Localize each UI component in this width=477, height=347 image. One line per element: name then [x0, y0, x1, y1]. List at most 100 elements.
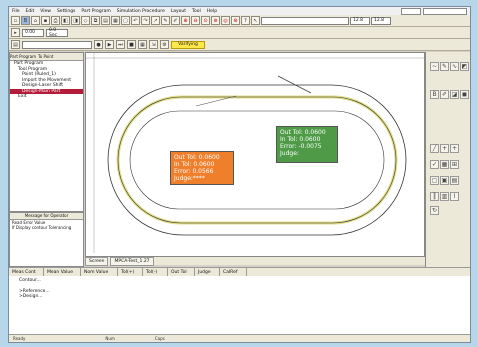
palette-icon[interactable]: ◩: [460, 62, 469, 71]
plus-icon[interactable]: +: [450, 144, 459, 153]
table-icon[interactable]: ▦: [138, 40, 147, 49]
output-line: >Design...: [19, 294, 43, 299]
pipe-icon[interactable]: ║: [430, 192, 439, 201]
copy-icon[interactable]: ⧉: [91, 16, 100, 25]
status-bar: Ready Num Caps: [9, 334, 470, 342]
frame-icon[interactable]: ▢: [430, 176, 439, 185]
split-icon[interactable]: ⊞: [450, 160, 459, 169]
zoom-window-icon[interactable]: ⊙: [201, 16, 210, 25]
box-icon[interactable]: ▣: [440, 176, 449, 185]
tool-palette: ~ ✎ ∿ ◩ B ✐ ◪ ◼ ╱ + + ✓ ▦ ⊞ ▢ ▣ ▤ ║ ▥ ⌇ …: [425, 52, 470, 267]
operator-message-line: If Display contour Tolerancing: [12, 225, 72, 230]
layer-icon[interactable]: ◪: [450, 90, 459, 99]
program-select[interactable]: [22, 40, 92, 49]
rotate-icon[interactable]: ↻: [430, 206, 439, 215]
mode-selector[interactable]: [423, 8, 467, 15]
grid-icon[interactable]: ▦: [111, 16, 120, 25]
tool-icon[interactable]: ◧: [61, 16, 70, 25]
chart-icon[interactable]: ▥: [440, 192, 449, 201]
brush-icon[interactable]: ✐: [440, 90, 449, 99]
bold-icon[interactable]: B: [21, 16, 30, 25]
judge-label: Judge:****: [174, 175, 205, 182]
export-icon[interactable]: ⇲: [149, 40, 158, 49]
paste-icon[interactable]: ▤: [101, 16, 110, 25]
sketch-icon[interactable]: ✎: [161, 16, 170, 25]
save-icon[interactable]: ▪: [41, 16, 50, 25]
arrow-icon[interactable]: ↗: [151, 16, 160, 25]
zoom-fit-icon[interactable]: ⊚: [211, 16, 220, 25]
tolerance-field-1[interactable]: 12.8: [350, 16, 370, 25]
step-icon[interactable]: ▸: [11, 28, 20, 37]
menu-part-program[interactable]: Part Program: [81, 9, 110, 14]
tab-document[interactable]: MPCA-Test_1.27: [110, 256, 154, 266]
command-input[interactable]: [261, 16, 349, 25]
play-icon[interactable]: ▶: [105, 40, 114, 49]
settings-icon[interactable]: ⚙: [160, 40, 169, 49]
cross-icon[interactable]: +: [440, 144, 449, 153]
tolerance-box-green: Out Tol: 0.0600 In Tol: 0.0600 Error: -0…: [276, 126, 338, 163]
status-num: Num: [105, 336, 115, 341]
record-icon[interactable]: ●: [94, 40, 103, 49]
zoom-prev-icon[interactable]: ◎: [221, 16, 230, 25]
part-program-tree-panel: Part Program To Point Part Program Tool …: [9, 52, 84, 212]
line-icon[interactable]: ╱: [430, 144, 439, 153]
zoom-all-icon[interactable]: ⊛: [231, 16, 240, 25]
pen-icon[interactable]: ✐: [171, 16, 180, 25]
help-icon[interactable]: ?: [241, 16, 250, 25]
shape-icon[interactable]: ◇: [81, 16, 90, 25]
secondary-toolbar: ▸ 0.00 0.0 Sec: [9, 27, 470, 39]
menu-settings[interactable]: Settings: [57, 9, 75, 14]
menu-edit[interactable]: Edit: [26, 9, 35, 14]
tb2-value-1[interactable]: 0.00: [22, 28, 44, 37]
measure-icon[interactable]: ◨: [71, 16, 80, 25]
wave-icon[interactable]: ∿: [450, 62, 459, 71]
tab-to-point[interactable]: To Point: [38, 54, 53, 59]
menu-view[interactable]: View: [40, 9, 51, 14]
table-icon[interactable]: ▤: [450, 176, 459, 185]
program-toolbar: ▤ ● ▶ ⏭ ■ ▦ ⇲ ⚙ Varifying: [9, 39, 470, 51]
error-label: Error: -0.0075: [280, 143, 322, 150]
undo-icon[interactable]: ↶: [131, 16, 140, 25]
redo-icon[interactable]: ↷: [141, 16, 150, 25]
stop-icon[interactable]: ■: [127, 40, 136, 49]
output-panel: Contour... >Reference... >Design...: [9, 276, 470, 334]
app-window: File Edit View Settings Part Program Sim…: [8, 6, 471, 343]
check-icon[interactable]: ✓: [430, 160, 439, 169]
step-forward-icon[interactable]: ⏭: [116, 40, 125, 49]
judge-label: Judge:: [280, 150, 299, 157]
tab-part-program[interactable]: Part Program: [10, 54, 36, 59]
open-folder-icon[interactable]: ⌂: [31, 16, 40, 25]
new-file-icon[interactable]: ▫: [11, 16, 20, 25]
in-tol-label: In Tol: 0.0600: [174, 161, 215, 168]
view-selector[interactable]: [401, 8, 421, 15]
zoom-in-icon[interactable]: ⊕: [181, 16, 190, 25]
menu-file[interactable]: File: [12, 9, 20, 14]
print-icon[interactable]: ⎙: [51, 16, 60, 25]
tolerance-field-2[interactable]: 12.8: [371, 16, 391, 25]
frame-icon[interactable]: ▢: [121, 16, 130, 25]
graphics-canvas[interactable]: Out Tol: 0.0600 In Tol: 0.0600 Error: 0.…: [85, 52, 425, 257]
zoom-out-icon[interactable]: ⊖: [191, 16, 200, 25]
status-tag: Varifying: [171, 40, 205, 49]
program-icon[interactable]: ▤: [11, 40, 20, 49]
menu-tool[interactable]: Tool: [192, 9, 201, 14]
zigzag-icon[interactable]: ⌇: [450, 192, 459, 201]
tolerance-box-orange: Out Tol: 0.0600 In Tol: 0.0600 Error: 0.…: [170, 151, 234, 185]
tree-item[interactable]: Exit: [10, 94, 83, 100]
menu-layout[interactable]: Layout: [171, 9, 186, 14]
fill-icon[interactable]: ◼: [460, 90, 469, 99]
grid-icon[interactable]: ▦: [440, 160, 449, 169]
menu-simulation[interactable]: Simulation Procedure: [117, 9, 165, 14]
bold-icon[interactable]: B: [430, 90, 439, 99]
out-tol-label: Out Tol: 0.0600: [280, 129, 326, 136]
in-tol-label: In Tol: 0.0600: [280, 136, 321, 143]
menu-help[interactable]: Help: [207, 9, 217, 14]
pointer-help-icon[interactable]: ↖: [251, 16, 260, 25]
curve-icon[interactable]: ~: [430, 62, 439, 71]
tab-screen[interactable]: Screen: [85, 256, 109, 266]
pen-icon[interactable]: ✎: [440, 62, 449, 71]
main-toolbar: ▫ B ⌂ ▪ ⎙ ◧ ◨ ◇ ⧉ ▤ ▦ ▢ ↶ ↷ ↗ ✎ ✐ ⊕ ⊖ ⊙ …: [9, 15, 470, 27]
operator-message-panel: Message for Operator Read Error Value If…: [9, 212, 84, 267]
tb2-value-2[interactable]: 0.0 Sec: [46, 28, 68, 38]
out-tol-label: Out Tol: 0.0600: [174, 154, 220, 161]
